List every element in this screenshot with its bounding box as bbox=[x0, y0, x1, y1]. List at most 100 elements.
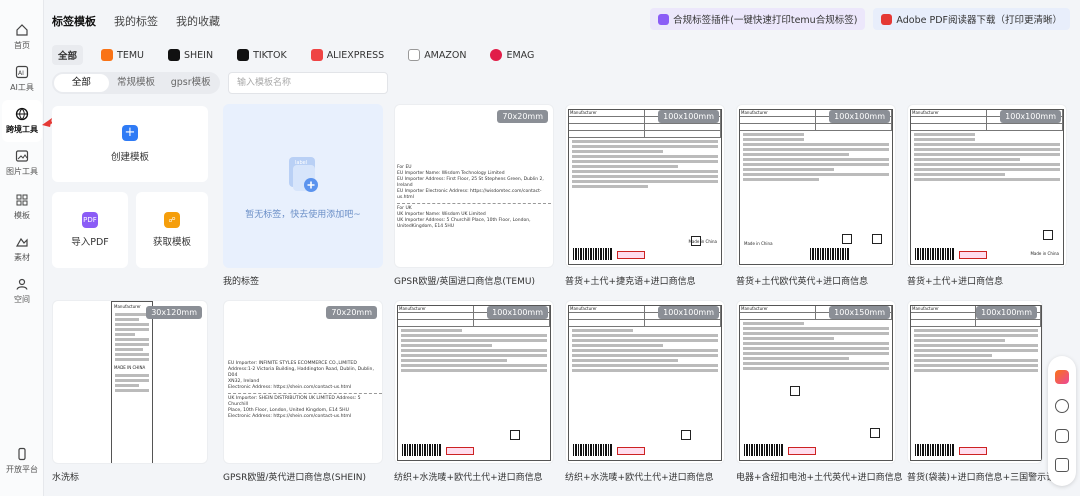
preview-row bbox=[911, 320, 1041, 327]
preview-line: Address:1-2 Victoria Building, Haddingto… bbox=[228, 367, 374, 378]
sample-stamp bbox=[788, 447, 816, 455]
ai-icon: AI bbox=[15, 65, 29, 79]
preview-row bbox=[398, 320, 550, 327]
sample-stamp bbox=[617, 447, 645, 455]
size-badge: 100x100mm bbox=[658, 306, 719, 319]
preview-cell bbox=[569, 313, 645, 319]
preview-row bbox=[911, 124, 1063, 131]
template-card[interactable]: For EU EU Importer Name: Wisdom Technolo… bbox=[394, 104, 554, 268]
platform-amazon[interactable]: AMAZON bbox=[402, 45, 472, 65]
segment-regular[interactable]: 常规模板 bbox=[109, 74, 164, 92]
preview-lines bbox=[569, 329, 721, 372]
tab-label-templates[interactable]: 标签模板 bbox=[52, 13, 96, 29]
plus-icon: + bbox=[122, 125, 138, 141]
platform-all[interactable]: 全部 bbox=[52, 45, 84, 65]
template-caption: 水洗标 bbox=[52, 473, 80, 483]
preview-cell bbox=[569, 124, 645, 130]
share-icon: ☍ bbox=[164, 212, 180, 228]
app-logo-icon[interactable] bbox=[1055, 369, 1069, 384]
sample-stamp bbox=[959, 251, 987, 259]
platform-label: AMAZON bbox=[424, 49, 467, 61]
template-card[interactable]: Manufacturer Made in China 100x100mm bbox=[907, 104, 1067, 268]
segment-all[interactable]: 全部 bbox=[54, 74, 109, 92]
get-template-card[interactable]: ☍ 获取模板 bbox=[136, 192, 208, 268]
preview-row bbox=[569, 320, 721, 327]
template-icon bbox=[16, 194, 28, 206]
sidebar-item-templates[interactable]: 模板 bbox=[2, 186, 42, 228]
plugin-button[interactable]: 合规标签插件(一键快速打印temu合规标签) bbox=[650, 8, 866, 30]
template-card[interactable]: Manufacturer Made in China 100x100mm bbox=[565, 104, 725, 268]
preview-cell bbox=[740, 124, 816, 130]
sidebar-item-home[interactable]: 首页 bbox=[2, 16, 42, 58]
template-caption: 普货+土代欧代英代+进口商信息 bbox=[736, 277, 869, 287]
platform-temu[interactable]: TEMU bbox=[95, 45, 150, 65]
sidebar-item-open-platform[interactable]: 开放平台 bbox=[2, 440, 42, 482]
my-labels-empty-card[interactable]: label 暂无标签，快去使用添加吧~ bbox=[223, 104, 383, 268]
sidebar-item-cross-border[interactable]: 跨境工具 bbox=[2, 100, 42, 142]
floating-toolbar bbox=[1048, 356, 1076, 486]
sidebar-item-ai[interactable]: AI AI工具 bbox=[2, 58, 42, 100]
header-actions: 合规标签插件(一键快速打印temu合规标签) Adobe PDF阅读器下载（打印… bbox=[650, 8, 1070, 30]
preview-cell bbox=[911, 117, 987, 123]
preview-lines bbox=[569, 140, 721, 188]
template-card[interactable]: Manufacturer 100x100mm bbox=[394, 300, 554, 464]
size-badge: 30x120mm bbox=[146, 306, 202, 319]
care-symbol-icon bbox=[681, 430, 691, 440]
size-badge: 100x100mm bbox=[487, 306, 548, 319]
image-icon bbox=[15, 150, 29, 162]
platform-label: SHEIN bbox=[183, 49, 214, 61]
size-badge: 100x100mm bbox=[658, 110, 719, 123]
sidebar-item-image-tools[interactable]: 图片工具 bbox=[2, 142, 42, 184]
template-card[interactable]: EU Importer: INFINITE STYLES ECOMMERCE C… bbox=[223, 300, 383, 464]
preview-cell bbox=[911, 124, 987, 130]
sidebar-item-space[interactable]: 空间 bbox=[2, 270, 42, 312]
template-caption: GPSR欧盟/英代进口商信息(SHEIN) bbox=[223, 473, 366, 483]
template-type-segment: 全部 常规模板 gpsr模板 bbox=[52, 72, 220, 94]
template-card[interactable]: Manufacturer 100x100mm bbox=[565, 300, 725, 464]
tab-my-labels[interactable]: 我的标签 bbox=[114, 13, 158, 29]
made-in-china-text: Made in China bbox=[688, 239, 717, 244]
import-pdf-card[interactable]: PDF 导入PDF bbox=[52, 192, 128, 268]
sample-stamp bbox=[959, 447, 987, 455]
tab-my-favorites[interactable]: 我的收藏 bbox=[176, 13, 220, 29]
app-root: 首页 AI AI工具 跨境工具 图片工具 模板 素材 空间 开放平台 标签模板 … bbox=[0, 0, 1080, 496]
my-labels-caption: 我的标签 bbox=[223, 277, 260, 287]
preview-row bbox=[569, 124, 721, 131]
sidebar-item-materials[interactable]: 素材 bbox=[2, 228, 42, 270]
template-card[interactable]: Manufacturer 100x100mm bbox=[907, 300, 1043, 464]
template-card[interactable]: Manufacturer MADE IN CHINA 30x120mm bbox=[52, 300, 208, 464]
template-card[interactable]: Manufacturer 100x150mm bbox=[736, 300, 896, 464]
template-card[interactable]: Manufacturer Made in China 100x100mm bbox=[736, 104, 896, 268]
preview-line: Electronic Address: https://shein.com/co… bbox=[228, 385, 352, 390]
preview-cell bbox=[987, 124, 1063, 130]
label-preview: Manufacturer bbox=[739, 305, 893, 461]
preview-cell: Manufacturer bbox=[911, 306, 976, 312]
create-template-card[interactable]: + 创建模板 bbox=[52, 106, 208, 182]
chat-icon[interactable] bbox=[1055, 428, 1069, 443]
size-badge: 70x20mm bbox=[497, 110, 548, 123]
preview-cell bbox=[645, 124, 721, 130]
header-tabs: 标签模板 我的标签 我的收藏 bbox=[52, 13, 220, 29]
platform-emag[interactable]: EMAG bbox=[484, 45, 540, 65]
preview-cell: Manufacturer bbox=[569, 110, 645, 116]
headset-icon[interactable] bbox=[1055, 399, 1069, 414]
emag-logo-icon bbox=[490, 49, 503, 61]
plugin-button-label: 合规标签插件(一键快速打印temu合规标签) bbox=[673, 15, 858, 26]
recycle-symbol-icon bbox=[872, 234, 882, 244]
label-preview: Manufacturer bbox=[397, 305, 551, 461]
preview-cell: Manufacturer bbox=[740, 110, 816, 116]
sidebar-item-label: 图片工具 bbox=[6, 167, 38, 176]
segment-gpsr[interactable]: gpsr模板 bbox=[163, 74, 218, 92]
grid-icon[interactable] bbox=[1055, 458, 1069, 473]
home-icon bbox=[16, 24, 28, 36]
platform-label: TEMU bbox=[117, 49, 144, 61]
shein-logo-icon bbox=[167, 49, 180, 61]
search-input[interactable]: 输入模板名称 bbox=[228, 72, 388, 94]
temu-logo-icon bbox=[101, 49, 114, 61]
barcode-icon bbox=[810, 248, 850, 260]
size-badge: 70x20mm bbox=[326, 306, 377, 319]
platform-tiktok[interactable]: TIKTOK bbox=[231, 45, 293, 65]
platform-shein[interactable]: SHEIN bbox=[162, 45, 219, 65]
pdf-reader-button[interactable]: Adobe PDF阅读器下载（打印更清晰） bbox=[873, 8, 1070, 30]
platform-aliexpress[interactable]: ALIEXPRESS bbox=[305, 45, 391, 65]
